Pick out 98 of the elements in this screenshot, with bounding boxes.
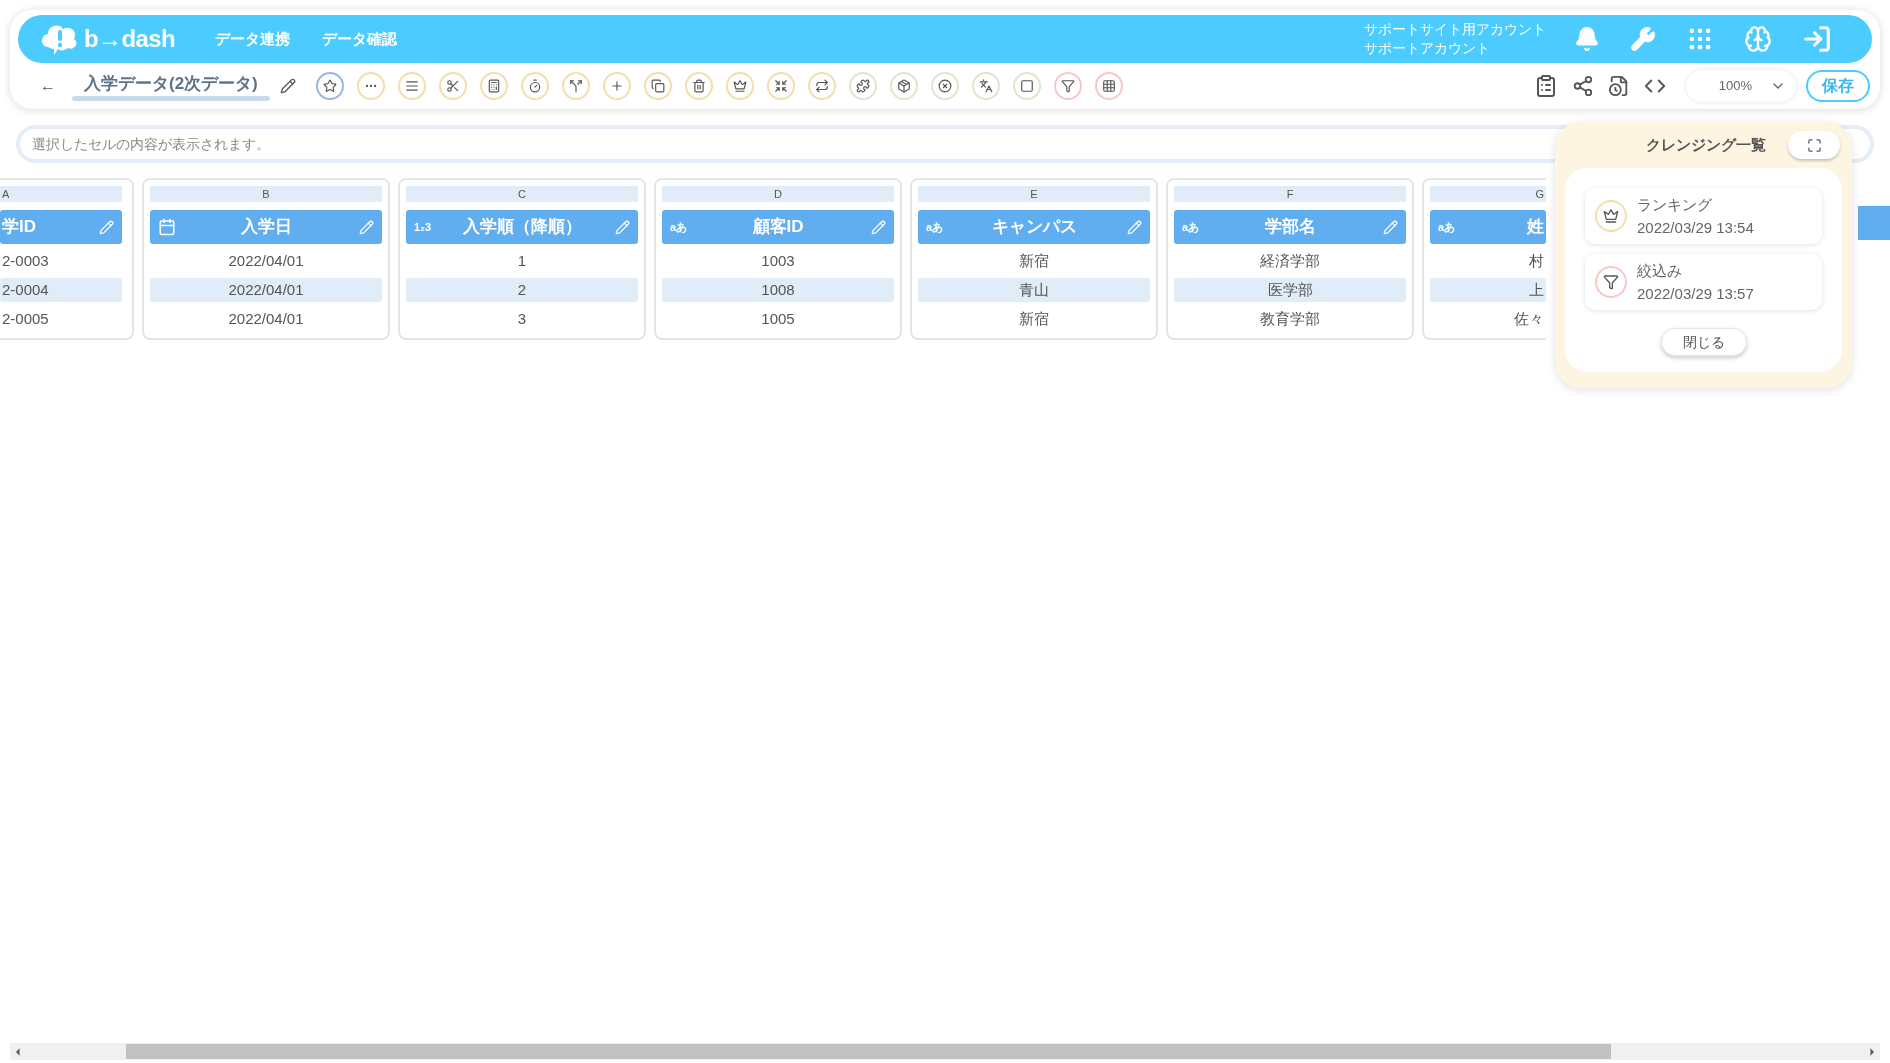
cleansing-date: 2022/03/29 13:57 bbox=[1637, 284, 1754, 304]
crown-icon bbox=[1603, 208, 1619, 224]
copy-icon bbox=[650, 79, 665, 93]
cleansing-name: 絞込み bbox=[1637, 261, 1683, 281]
table-cell[interactable]: 2-0005 bbox=[0, 307, 122, 331]
tool-button[interactable] bbox=[561, 72, 590, 100]
type-label: aあ bbox=[1438, 219, 1456, 235]
scissors-icon bbox=[445, 79, 460, 93]
tool-button[interactable] bbox=[1053, 72, 1082, 100]
table-cell[interactable]: 教育学部 bbox=[1174, 307, 1406, 331]
column-title: キャンパス bbox=[991, 216, 1077, 239]
horizontal-scrollbar[interactable] bbox=[10, 1043, 1880, 1060]
table-cell[interactable]: 1005 bbox=[662, 307, 894, 331]
column-letter[interactable]: A bbox=[0, 186, 122, 202]
table-cell[interactable]: 1008 bbox=[662, 278, 894, 302]
trash-icon bbox=[691, 79, 706, 93]
tool-button[interactable] bbox=[438, 72, 467, 100]
expand-button[interactable] bbox=[1788, 131, 1840, 159]
tool-button[interactable] bbox=[643, 72, 672, 100]
star-icon bbox=[322, 79, 337, 93]
table-cell[interactable]: 青山 bbox=[918, 278, 1150, 302]
cleansing-name: ランキング bbox=[1637, 195, 1713, 215]
table-cell[interactable]: 2022/04/01 bbox=[150, 249, 382, 273]
shrink-icon bbox=[773, 79, 788, 93]
share-icon[interactable] bbox=[1572, 75, 1594, 97]
account-name: サポートサイト用アカウント bbox=[1364, 20, 1546, 39]
table-cell[interactable]: 2022/04/01 bbox=[150, 307, 382, 331]
timer-icon bbox=[527, 79, 542, 93]
table-cell[interactable]: 経済学部 bbox=[1174, 249, 1406, 273]
dataset-title[interactable]: 入学データ(2次データ) bbox=[72, 70, 270, 97]
panel-title: クレンジング一覧 bbox=[1646, 134, 1766, 155]
tool-button[interactable] bbox=[766, 72, 795, 100]
close-button[interactable]: 閉じる bbox=[1660, 328, 1747, 356]
x-circle-icon bbox=[937, 79, 952, 93]
column-title: 学部名 bbox=[1264, 216, 1316, 239]
table-cell[interactable]: 2-0003 bbox=[0, 249, 122, 273]
table-cell[interactable]: 1003 bbox=[662, 249, 894, 273]
table-cell[interactable]: 新宿 bbox=[918, 249, 1150, 273]
type-label: aあ bbox=[670, 219, 688, 235]
column-header-stub bbox=[1858, 206, 1890, 240]
languages-icon bbox=[978, 79, 993, 93]
table-cell[interactable]: 新宿 bbox=[918, 307, 1150, 331]
column-letter[interactable]: F bbox=[1174, 186, 1406, 202]
table-cell[interactable]: 2-0004 bbox=[0, 278, 122, 302]
table-cell[interactable]: 佐々 bbox=[1430, 307, 1546, 331]
column-title: 入学順（降順） bbox=[462, 216, 582, 239]
filter-icon bbox=[1603, 274, 1619, 290]
tool-button[interactable] bbox=[684, 72, 713, 100]
table-cell[interactable]: 村 bbox=[1430, 249, 1546, 273]
filter-icon bbox=[1060, 79, 1075, 93]
table-cell[interactable]: 医学部 bbox=[1174, 278, 1406, 302]
tool-button[interactable] bbox=[397, 72, 426, 100]
cleansing-item[interactable]: ランキング 2022/03/29 13:54 bbox=[1585, 188, 1822, 244]
column-title: 顧客ID bbox=[752, 216, 804, 239]
tool-button[interactable] bbox=[807, 72, 836, 100]
plus-icon bbox=[609, 79, 624, 93]
clipboard-icon[interactable] bbox=[1534, 74, 1558, 98]
table-cell[interactable]: 1 bbox=[406, 249, 638, 273]
column-title: 入学日 bbox=[240, 216, 292, 239]
file-history-icon[interactable] bbox=[1608, 75, 1630, 97]
square-icon bbox=[1019, 79, 1034, 93]
logo-text: b→dash bbox=[84, 24, 176, 54]
scrollbar-thumb[interactable] bbox=[126, 1044, 1611, 1059]
column-letter[interactable]: E bbox=[918, 186, 1150, 202]
column-letter[interactable]: C bbox=[406, 186, 638, 202]
crown-icon bbox=[732, 79, 747, 93]
tool-button[interactable] bbox=[479, 72, 508, 100]
cleansing-item[interactable]: 絞込み 2022/03/29 13:57 bbox=[1585, 254, 1822, 310]
calculator-icon bbox=[486, 79, 501, 93]
column-title: 姓 bbox=[1527, 216, 1544, 239]
column-letter[interactable]: G bbox=[1430, 186, 1546, 202]
table-cell[interactable]: 上 bbox=[1430, 278, 1546, 302]
type-label: aあ bbox=[926, 219, 944, 235]
package-icon bbox=[896, 79, 911, 93]
cleansing-date: 2022/03/29 13:54 bbox=[1637, 218, 1754, 238]
column-letter[interactable]: B bbox=[150, 186, 382, 202]
tool-button[interactable] bbox=[315, 72, 344, 100]
tool-button[interactable] bbox=[520, 72, 549, 100]
type-label: 1₂3 bbox=[414, 219, 432, 235]
table-cell[interactable]: 3 bbox=[406, 307, 638, 331]
column-title: 学ID bbox=[2, 216, 36, 239]
expand-icon bbox=[1806, 137, 1822, 153]
tool-button[interactable] bbox=[725, 72, 754, 100]
table-cell[interactable]: 2022/04/01 bbox=[150, 278, 382, 302]
split-icon bbox=[568, 79, 583, 93]
account-name: サポートアカウント bbox=[1364, 39, 1491, 58]
grid-icon bbox=[1101, 79, 1116, 93]
back-button[interactable]: ← bbox=[40, 74, 56, 98]
lines-icon bbox=[404, 79, 419, 93]
puzzle-icon bbox=[855, 79, 870, 93]
zoom-select[interactable]: 100% bbox=[1686, 70, 1796, 102]
tool-button[interactable] bbox=[1094, 72, 1123, 100]
calendar-icon bbox=[158, 218, 176, 236]
table-cell[interactable]: 2 bbox=[406, 278, 638, 302]
pencil-icon[interactable] bbox=[279, 78, 296, 94]
type-label: aあ bbox=[1182, 219, 1200, 235]
repeat-icon bbox=[814, 79, 829, 93]
column-letter[interactable]: D bbox=[662, 186, 894, 202]
